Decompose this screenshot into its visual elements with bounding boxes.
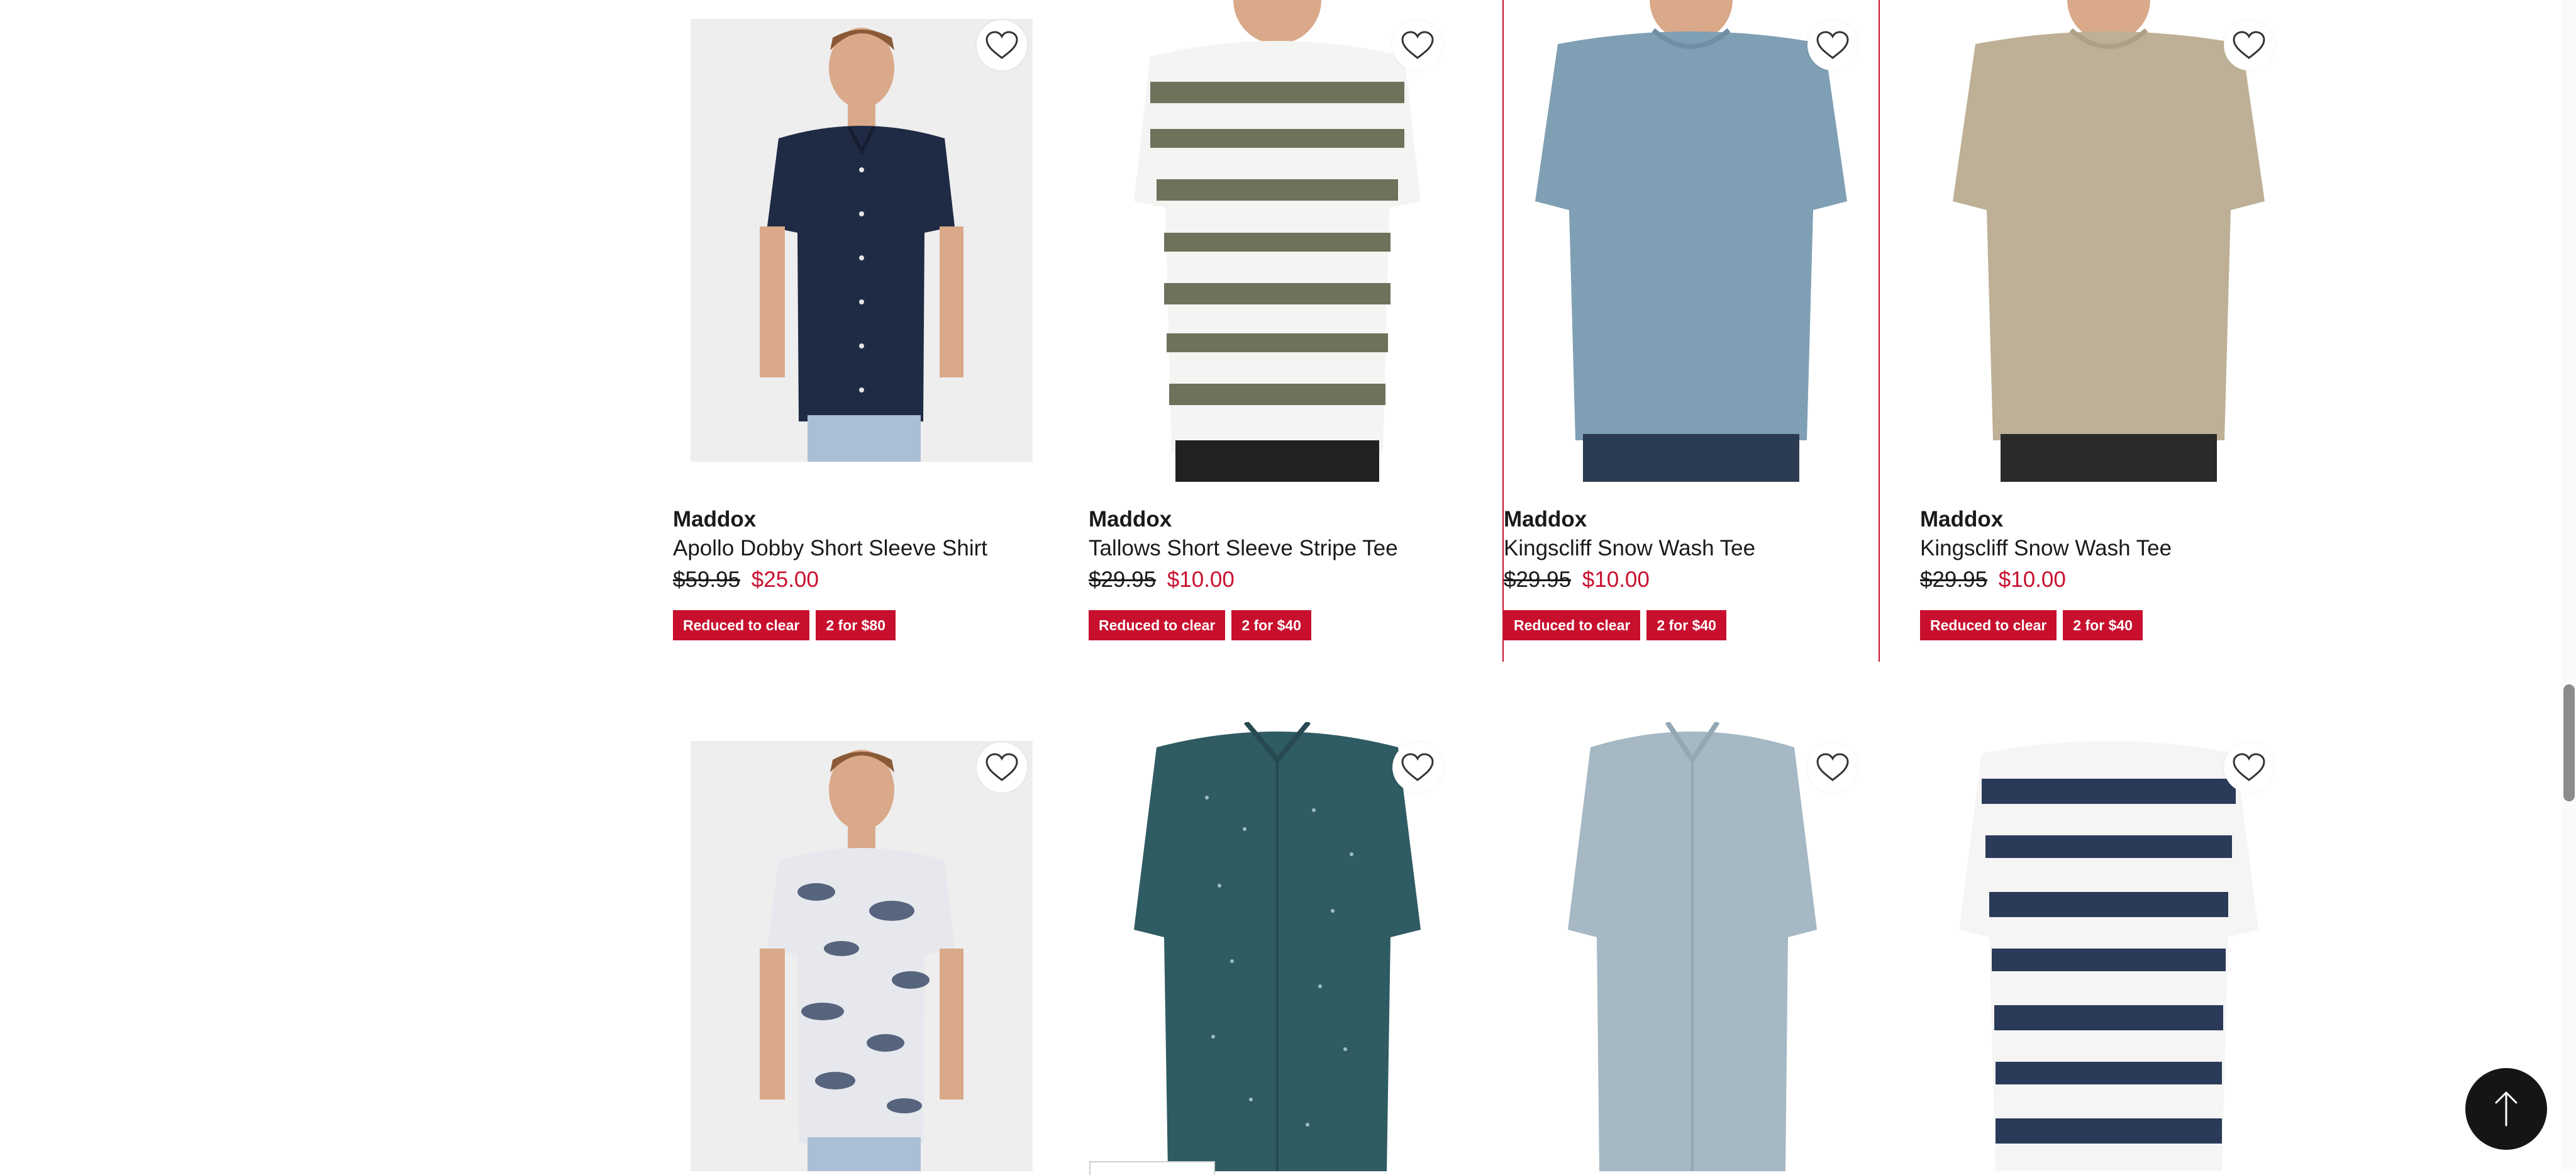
product-card[interactable] bbox=[1920, 722, 2297, 1171]
product-card[interactable]: Maddox Tallows Short Sleeve Stripe Tee $… bbox=[1089, 0, 1466, 667]
product-image[interactable] bbox=[1938, 722, 2280, 1171]
arrow-up-icon bbox=[2495, 1091, 2518, 1127]
heart-outline-icon bbox=[985, 31, 1018, 59]
favourite-button[interactable] bbox=[2224, 20, 2274, 70]
product-brand[interactable]: Maddox bbox=[1504, 506, 1881, 533]
product-card[interactable]: Maddox Kingscliff Snow Wash Tee $29.95 $… bbox=[1920, 0, 2297, 667]
favourite-button[interactable] bbox=[1807, 20, 1858, 70]
favourite-button[interactable] bbox=[1392, 20, 1443, 70]
favourite-button[interactable] bbox=[1807, 742, 1858, 793]
scrollbar-thumb[interactable] bbox=[2563, 684, 2575, 801]
product-card[interactable] bbox=[1089, 722, 1466, 1171]
clearance-badge: Reduced to clear bbox=[1089, 610, 1226, 640]
product-title[interactable]: Apollo Dobby Short Sleeve Shirt bbox=[673, 533, 1050, 564]
favourite-button[interactable] bbox=[977, 20, 1027, 70]
partial-badge bbox=[1089, 1161, 1215, 1175]
product-card[interactable] bbox=[1504, 722, 1881, 1171]
now-price: $25.00 bbox=[751, 567, 819, 592]
product-title[interactable]: Tallows Short Sleeve Stripe Tee bbox=[1089, 533, 1466, 564]
product-title[interactable]: Kingscliff Snow Wash Tee bbox=[1920, 533, 2297, 564]
heart-outline-icon bbox=[2233, 31, 2265, 59]
product-brand[interactable]: Maddox bbox=[1089, 506, 1466, 533]
product-image[interactable] bbox=[1520, 0, 1862, 482]
multibuy-badge: 2 for $80 bbox=[816, 610, 896, 640]
heart-outline-icon bbox=[1401, 753, 1434, 781]
was-price: $29.95 bbox=[1920, 567, 1988, 592]
product-image[interactable] bbox=[1106, 722, 1448, 1171]
product-image[interactable] bbox=[1938, 0, 2280, 482]
product-card[interactable]: Maddox Apollo Dobby Short Sleeve Shirt $… bbox=[673, 0, 1050, 667]
back-to-top-button[interactable] bbox=[2465, 1068, 2547, 1150]
page-scrollbar[interactable] bbox=[2561, 0, 2576, 1171]
product-title[interactable]: Kingscliff Snow Wash Tee bbox=[1504, 533, 1881, 564]
product-card[interactable] bbox=[673, 722, 1050, 1171]
clearance-badge: Reduced to clear bbox=[673, 610, 810, 640]
favourite-button[interactable] bbox=[1392, 742, 1443, 793]
now-price: $10.00 bbox=[1167, 567, 1235, 592]
product-price: $59.95 $25.00 bbox=[673, 564, 1050, 596]
heart-outline-icon bbox=[1401, 31, 1434, 59]
product-price: $29.95 $10.00 bbox=[1920, 564, 2297, 596]
multibuy-badge: 2 for $40 bbox=[1231, 610, 1311, 640]
heart-outline-icon bbox=[2233, 753, 2265, 781]
product-card[interactable]: Maddox Kingscliff Snow Wash Tee $29.95 $… bbox=[1502, 0, 1880, 662]
now-price: $10.00 bbox=[1998, 567, 2066, 592]
now-price: $10.00 bbox=[1582, 567, 1650, 592]
was-price: $59.95 bbox=[673, 567, 741, 592]
multibuy-badge: 2 for $40 bbox=[1646, 610, 1726, 640]
was-price: $29.95 bbox=[1504, 567, 1572, 592]
product-brand[interactable]: Maddox bbox=[673, 506, 1050, 533]
product-image[interactable] bbox=[691, 741, 1033, 1171]
favourite-button[interactable] bbox=[977, 742, 1027, 793]
product-price: $29.95 $10.00 bbox=[1089, 564, 1466, 596]
was-price: $29.95 bbox=[1089, 567, 1157, 592]
clearance-badge: Reduced to clear bbox=[1920, 610, 2057, 640]
heart-outline-icon bbox=[1816, 753, 1849, 781]
product-image[interactable] bbox=[1106, 0, 1448, 482]
heart-outline-icon bbox=[1816, 31, 1849, 59]
product-image[interactable] bbox=[1521, 722, 1863, 1171]
heart-outline-icon bbox=[985, 753, 1018, 781]
product-brand[interactable]: Maddox bbox=[1920, 506, 2297, 533]
favourite-button[interactable] bbox=[2224, 742, 2274, 793]
clearance-badge: Reduced to clear bbox=[1504, 610, 1641, 640]
product-price: $29.95 $10.00 bbox=[1504, 564, 1881, 596]
multibuy-badge: 2 for $40 bbox=[2063, 610, 2143, 640]
product-image[interactable] bbox=[691, 19, 1033, 462]
